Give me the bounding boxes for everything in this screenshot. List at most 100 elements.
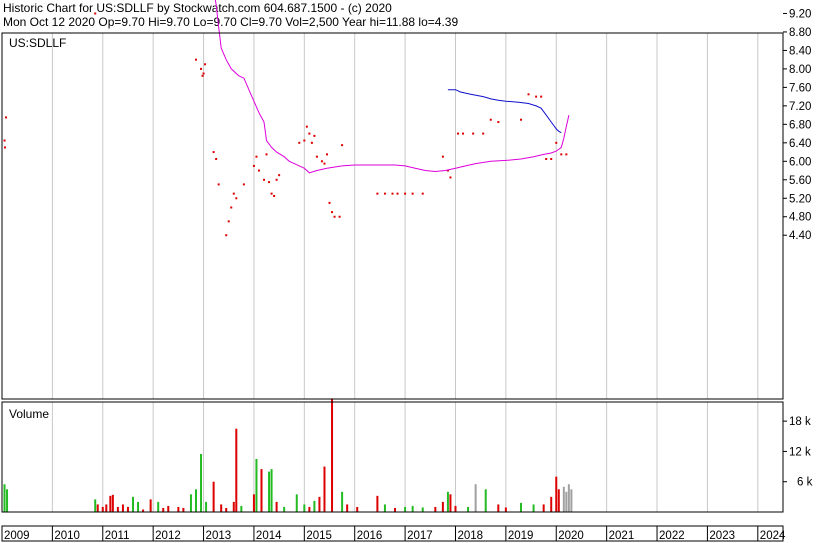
volume-bar-41 [318,496,321,512]
price-tick-label-11: 8.80 [789,27,811,39]
volume-bar-12 [137,501,140,512]
volume-bar-52 [421,507,424,512]
price-point-34 [200,67,203,70]
price-point-78 [421,192,424,195]
price-point-38 [212,151,215,154]
volume-bar-24 [212,481,215,512]
volume-bar-65 [542,504,545,512]
price-point-3 [94,12,97,15]
volume-bar-42 [323,466,326,512]
price-point-54 [273,194,276,197]
volume-bar-61 [497,504,500,512]
moving-average-short-line [214,0,570,174]
volume-tick-label-0: 6 k [797,477,813,489]
price-point-64 [320,160,323,163]
volume-bar-16 [162,507,165,512]
volume-bar-54 [441,501,444,512]
volume-bar-57 [454,505,457,512]
volume-bar-63 [519,502,522,512]
year-gridlines [1,33,759,512]
volume-bar-56 [449,494,452,512]
year-label-2021: 2021 [609,530,635,542]
price-tick-label-6: 6.80 [789,119,811,131]
volume-bar-17 [167,505,170,512]
volume-bar-30 [252,494,255,512]
year-label-2024: 2024 [760,530,786,542]
volume-bar-26 [225,507,228,512]
price-tick-label-3: 5.60 [789,175,811,187]
volume-bar-9 [121,504,124,512]
price-point-96 [565,153,568,156]
volume-bar-29 [240,505,243,512]
year-label-2013: 2013 [206,530,232,542]
price-point-68 [331,211,334,214]
volume-bar-20 [189,494,192,512]
price-point-93 [550,157,553,160]
price-point-49 [257,169,260,172]
volume-bar-23 [205,501,208,512]
price-tick-label-2: 5.20 [789,193,811,205]
volume-bar-64 [532,504,535,512]
price-point-35 [201,74,204,77]
price-point-37 [204,63,207,66]
volume-bar-7 [111,494,114,512]
volume-bar-71 [567,484,570,512]
price-point-0 [5,116,8,119]
price-point-61 [310,141,313,144]
volume-bar-48 [383,504,386,512]
volume-bar-10 [126,506,129,512]
price-point-53 [270,192,273,195]
price-point-39 [215,157,218,160]
volume-bar-47 [376,495,379,512]
volume-bar-4 [101,506,104,512]
volume-bar-5 [105,504,108,512]
year-label-2023: 2023 [709,530,735,542]
price-point-62 [313,134,316,137]
volume-bar-2 [94,499,97,512]
volume-bar-38 [303,504,306,512]
price-tick-label-12: 9.20 [789,8,811,20]
price-tick-label-13: 9.60 [789,0,811,2]
year-label-2014: 2014 [256,530,282,542]
price-point-77 [411,192,414,195]
price-tick-label-8: 7.60 [789,82,811,94]
price-point-73 [383,192,386,195]
stock-chart: 4.40 4.80 5.20 5.60 6.00 6.40 6.80 7.20 7.60 8.00… [1,0,813,542]
price-panel-frame [1,32,784,400]
volume-bar-51 [411,505,414,512]
volume-bar-36 [283,506,286,512]
volume-bar-39 [308,506,311,512]
price-panel-label: US:SDLLF [9,36,66,50]
panel-frames [1,32,784,542]
year-label-2018: 2018 [457,530,483,542]
price-point-40 [217,183,220,186]
price-point-70 [338,215,341,218]
volume-bar-72 [570,489,573,512]
volume-bar-22 [200,453,203,512]
price-point-63 [315,155,318,158]
volume-bar-43 [331,398,334,512]
price-point-71 [341,144,344,147]
year-label-2016: 2016 [357,530,383,542]
moving-average-long-line [447,89,562,134]
price-point-74 [391,192,394,195]
price-tick-label-0: 4.40 [789,230,811,242]
year-label-2020: 2020 [558,530,584,542]
volume-bar-19 [182,507,185,512]
volume-bar-8 [116,506,119,512]
price-point-83 [462,132,465,135]
price-point-50 [263,178,266,181]
volume-bar-33 [268,471,271,512]
price-point-79 [441,155,444,158]
price-point-84 [472,132,475,135]
price-point-51 [265,153,268,156]
volume-tick-label-2: 18 k [789,416,811,428]
volume-bar-49 [394,507,397,512]
volume-panel-frame [1,401,784,513]
price-panel [3,0,570,237]
price-point-56 [278,174,281,177]
volume-bar-21 [194,489,197,512]
price-point-85 [482,132,485,135]
volume-bar-6 [109,495,112,512]
year-label-2022: 2022 [659,530,685,542]
